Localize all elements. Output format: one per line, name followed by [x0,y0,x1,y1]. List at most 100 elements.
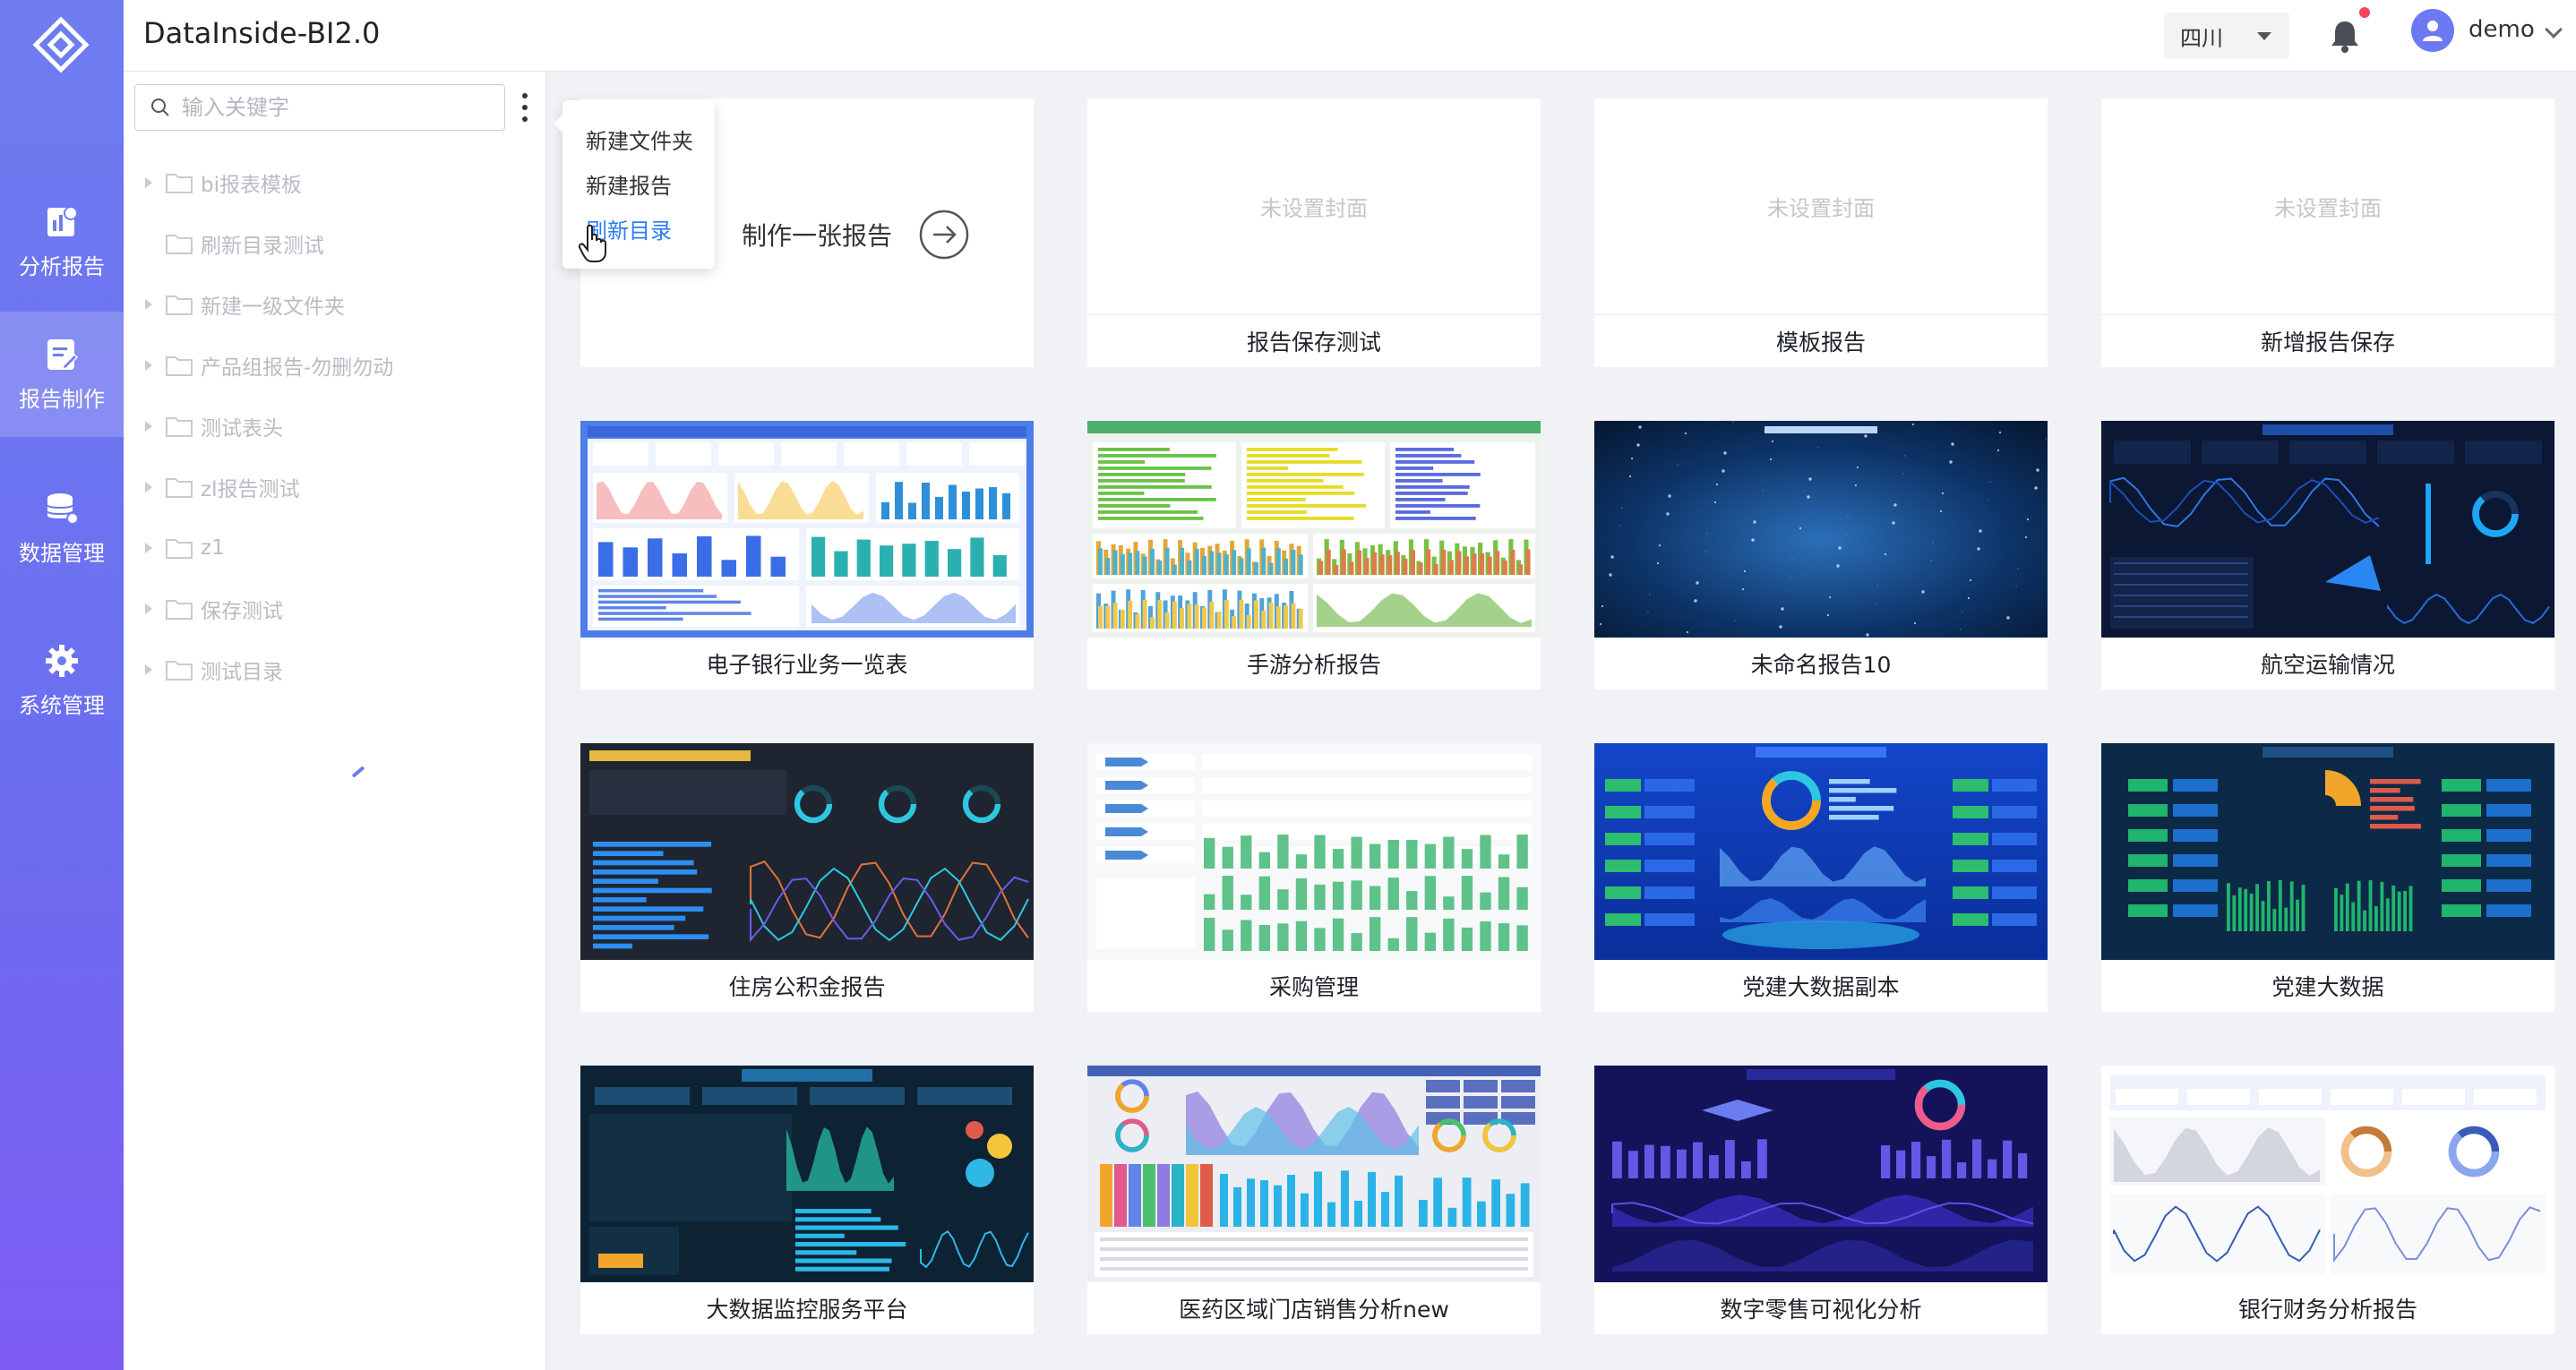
tree-item-label: zl报告测试 [201,478,300,501]
tree-item[interactable]: 测试目录 [124,639,546,700]
analysis-report-icon [47,205,78,236]
tree-item[interactable]: z1 [124,518,546,578]
nav-label: 数据管理 [19,540,105,566]
caret-right-icon[interactable] [145,421,152,432]
tree-item[interactable]: 新建一级文件夹 [124,274,546,335]
tree-item-label: bi报表模板 [201,174,302,197]
avatar[interactable] [2411,9,2454,52]
folder-icon [166,661,193,681]
menu-item-new-folder[interactable]: 新建文件夹 [562,116,715,161]
caret-right-icon[interactable] [145,177,152,188]
bell-icon[interactable] [2325,16,2365,56]
report-title: 党建大数据 [2271,974,2384,1000]
folder-icon [166,356,193,376]
search-box[interactable] [134,84,505,131]
nav-data-management[interactable]: 数据管理 [0,466,124,591]
report-card[interactable]: 大数据监控服务平台 [580,1066,1034,1334]
caret-right-icon[interactable] [145,482,152,492]
top-bar: DataInside-BI2.0 四川 demo [124,0,2576,72]
report-thumbnail [580,743,1034,960]
gear-icon [46,644,78,677]
caret-right-icon[interactable] [145,360,152,371]
chevron-down-icon[interactable] [2545,21,2563,39]
report-thumbnail [2101,743,2555,960]
report-card[interactable]: 数字零售可视化分析 [1594,1066,2048,1334]
new-report-label: 制作一张报告 [742,221,893,251]
report-card[interactable]: 手游分析报告 [1087,421,1541,689]
report-card[interactable]: 航空运输情况 [2101,421,2555,689]
report-title: 航空运输情况 [2260,652,2395,678]
report-title: 手游分析报告 [1246,652,1381,678]
app-title: DataInside-BI2.0 [143,16,381,50]
report-card[interactable]: 未设置封面 新增报告保存 [2101,98,2555,367]
directory-panel: bi报表模板刷新目录测试新建一级文件夹产品组报告-勿删勿动测试表头 zl报告测试 z… [124,72,546,1370]
report-title: 大数据监控服务平台 [706,1297,908,1323]
caret-right-icon[interactable] [145,238,152,249]
tree-item[interactable]: bi报表模板 [124,152,546,213]
report-card[interactable]: 住房公积金报告 [580,743,1034,1012]
folder-icon [166,539,193,559]
nav-system-management[interactable]: 系统管理 [0,618,124,743]
search-input[interactable] [182,95,486,120]
no-cover-placeholder: 未设置封面 [2101,98,2555,315]
report-card[interactable]: 未设置封面报告保存测试 [1087,98,1541,367]
tree-item[interactable]: zl报告测试 [124,457,546,518]
tree-item[interactable]: 产品组报告-勿删勿动 [124,335,546,396]
report-make-icon [47,338,79,370]
report-title: 数字零售可视化分析 [1720,1297,1922,1323]
report-title: 采购管理 [1268,974,1359,1000]
nav-label: 报告制作 [19,386,105,412]
report-card[interactable]: 银行财务分析报告 [2101,1066,2555,1334]
username[interactable]: demo [2469,16,2535,43]
notification-badge [2359,7,2370,18]
report-card[interactable]: 采购管理 [1087,743,1541,1012]
report-card[interactable]: 未命名报告10 [1594,421,2048,689]
report-card[interactable]: 电子银行业务一览表 [580,421,1034,689]
report-card[interactable]: 未设置封面 模板报告 [1594,98,2048,367]
region-select[interactable]: 四川 [2164,13,2289,59]
nav-report-make[interactable]: 报告制作 [0,312,124,437]
tree-item-label: 测试目录 [201,661,283,684]
folder-icon [166,600,193,620]
report-thumbnail [2101,1066,2555,1282]
folder-icon [166,478,193,498]
report-title: 银行财务分析报告 [2237,1297,2417,1323]
tree-item-label: 新建一级文件夹 [201,295,345,319]
caret-right-icon[interactable] [145,543,152,553]
database-icon [47,492,79,525]
tree-item-label: z1 [201,536,225,560]
caret-right-icon[interactable] [145,664,152,675]
report-thumbnail [1087,421,1541,638]
folder-icon [166,295,193,315]
nav-label: 系统管理 [19,692,105,718]
report-title: 住房公积金报告 [728,974,886,1000]
report-thumbnail [1087,743,1541,960]
more-options-icon[interactable] [514,90,536,125]
folder-tree: bi报表模板刷新目录测试新建一级文件夹产品组报告-勿删勿动测试表头 zl报告测试 z… [124,152,546,700]
logo-icon[interactable] [32,16,90,73]
report-card[interactable]: 党建大数据 [2101,743,2555,1012]
tree-item[interactable]: 刷新目录测试 [124,213,546,274]
nav-analysis-report[interactable]: 分析报告 [0,179,124,304]
hand-cursor-icon [578,224,606,262]
search-icon [151,98,169,116]
report-title: 未命名报告10 [1750,652,1892,678]
arrow-right-circle-icon[interactable] [919,210,969,260]
report-card[interactable]: 党建大数据副本 [1594,743,2048,1012]
report-title: 医药区域门店销售分析new [1179,1297,1449,1323]
menu-item-new-report[interactable]: 新建报告 [562,161,715,206]
nav-label: 分析报告 [19,253,105,279]
report-card[interactable]: 医药区域门店销售分析new [1087,1066,1541,1334]
report-title: 报告保存测试 [1246,330,1381,355]
folder-icon [166,417,193,437]
caret-right-icon[interactable] [145,299,152,310]
report-title: 党建大数据副本 [1742,974,1900,1000]
no-cover-placeholder: 未设置封面 [1087,98,1541,315]
report-title: 电子银行业务一览表 [706,652,908,678]
tree-item-label: 测试表头 [201,417,283,441]
report-thumbnail [580,1066,1034,1282]
tree-item[interactable]: 测试表头 [124,396,546,457]
no-cover-placeholder: 未设置封面 [1594,98,2048,315]
tree-item[interactable]: 保存测试 [124,578,546,639]
caret-right-icon[interactable] [145,604,152,614]
